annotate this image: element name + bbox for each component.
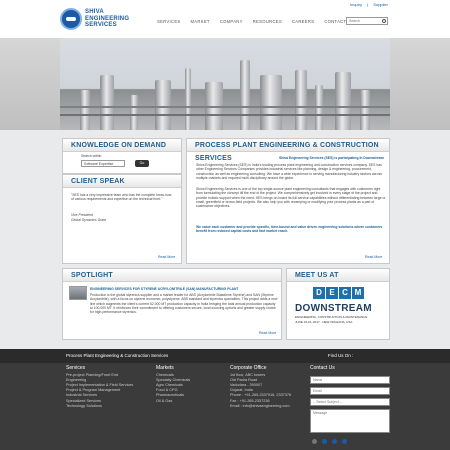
footer-markets: Markets Chemicals Specialty Chemicals Ag… (156, 365, 190, 404)
email-field[interactable]: Email (310, 387, 390, 395)
logo-line3: SERVICES (85, 22, 117, 29)
main-read-more[interactable]: Read More (365, 255, 382, 259)
search-input[interactable]: Search (346, 17, 388, 25)
client-quote: "SES has a very impressive team who has … (71, 193, 172, 202)
social-icon[interactable] (312, 439, 317, 444)
message-field[interactable]: Message (310, 409, 390, 433)
name-field[interactable]: Name (310, 376, 390, 384)
spotlight-headline[interactable]: ENGINEERING SERVICES FOR STYRENE ACRYLON… (90, 287, 278, 291)
main-paragraph-1: Shiva Engineering Services (SES) is Indi… (196, 163, 382, 180)
client-speak-panel: CLIENT SPEAK "SES has a very impressive … (62, 174, 182, 264)
nav-company[interactable]: COMPANY (220, 19, 243, 24)
main-paragraph-3: We value each customer and provide speci… (196, 225, 383, 234)
social-icon[interactable] (322, 439, 327, 444)
footer: Process Plant Engineering & Construction… (0, 349, 450, 450)
main-paragraph-2: Shiva Engineering Services is one of the… (196, 187, 386, 209)
markets-link[interactable]: Oil & Gas (156, 399, 190, 404)
header: SHIVA ENGINEERING SERVICES Inquiry | Sup… (0, 0, 450, 38)
main-lead: Shiva Engineering Services (SES) is part… (279, 156, 384, 160)
supplier-link[interactable]: Supplier (373, 2, 388, 7)
client-role: Vice President (71, 213, 93, 217)
nav-resources[interactable]: RESOURCES (253, 19, 282, 24)
footer-services: Services Pre-project Planning/Front End … (66, 365, 133, 409)
knowledge-panel: KNOWLEDGE ON DEMAND Search within Softwa… (62, 138, 182, 174)
nav-careers[interactable]: CAREERS (292, 19, 314, 24)
banner-side-left (0, 38, 60, 130)
footer-bar: Process Plant Engineering & Construction… (0, 349, 450, 363)
expertise-select[interactable]: Software Expertise (81, 160, 125, 167)
office-email[interactable]: Email : info@shivaengineering.com (230, 404, 291, 409)
meet-us-title: MEET US AT (287, 269, 389, 282)
services-heading: Services (66, 365, 86, 371)
main-panel: PROCESS PLANT ENGINEERING & CONSTRUCTION… (186, 138, 390, 264)
inquiry-link[interactable]: Inquiry (350, 2, 362, 7)
markets-heading: Markets (156, 365, 174, 371)
meet-us-panel: MEET US AT D E C M DOWNSTREAM ENGINEERIN… (286, 268, 390, 340)
client-read-more[interactable]: Read More (158, 255, 175, 259)
spotlight-read-more[interactable]: Read More (259, 331, 276, 335)
search-within-label: Search within (81, 154, 102, 158)
go-button[interactable]: Go (135, 160, 149, 167)
office-heading: Corporate Office (230, 365, 267, 371)
knowledge-title: KNOWLEDGE ON DEMAND (63, 139, 181, 152)
top-links: Inquiry | Supplier (350, 2, 388, 7)
footer-office: Corporate Office 1st floor, ABC towers O… (230, 365, 292, 409)
downstream-text: DOWNSTREAM (295, 303, 372, 314)
spotlight-thumbnail (69, 286, 87, 300)
page: SHIVA ENGINEERING SERVICES Inquiry | Sup… (0, 0, 450, 450)
social-icon[interactable] (342, 439, 347, 444)
services-link[interactable]: Technology Solutions (66, 404, 133, 409)
search-icon[interactable] (382, 19, 386, 23)
main-nav: SERVICES MARKET COMPANY RESOURCES CAREER… (157, 19, 354, 24)
logo-globe-icon (60, 8, 82, 30)
nav-market[interactable]: MARKET (191, 19, 210, 24)
client-speak-title: CLIENT SPEAK (63, 175, 181, 188)
downstream-sub: ENGINEERING, CONSTRUCTION & MAINTENANCE (295, 315, 368, 319)
banner-side-right (390, 38, 450, 130)
spotlight-text: Production is the global styrenics suppl… (90, 293, 278, 315)
spotlight-title: SPOTLIGHT (63, 269, 281, 282)
client-company: Global Dynamics Grant (71, 218, 107, 222)
downstream-date: JUNE 15-16, 2017 · NEW ORLEANS, USA (295, 320, 353, 324)
main-title: PROCESS PLANT ENGINEERING & CONSTRUCTION… (187, 139, 389, 162)
logo[interactable]: SHIVA ENGINEERING SERVICES (60, 4, 142, 34)
spotlight-panel: SPOTLIGHT ENGINEERING SERVICES FOR STYRE… (62, 268, 282, 340)
subject-select[interactable]: -- Select Subject -- (310, 398, 390, 406)
find-us-label: Find Us On : (328, 353, 354, 358)
social-icon[interactable] (332, 439, 337, 444)
contact-heading: Contact Us (310, 365, 335, 371)
footer-contact: Contact Us (310, 365, 335, 373)
footer-tagline: Process Plant Engineering & Construction… (66, 353, 169, 358)
decm-logo[interactable]: D E C M (313, 287, 364, 299)
nav-services[interactable]: SERVICES (157, 19, 181, 24)
hero-banner (60, 38, 390, 130)
